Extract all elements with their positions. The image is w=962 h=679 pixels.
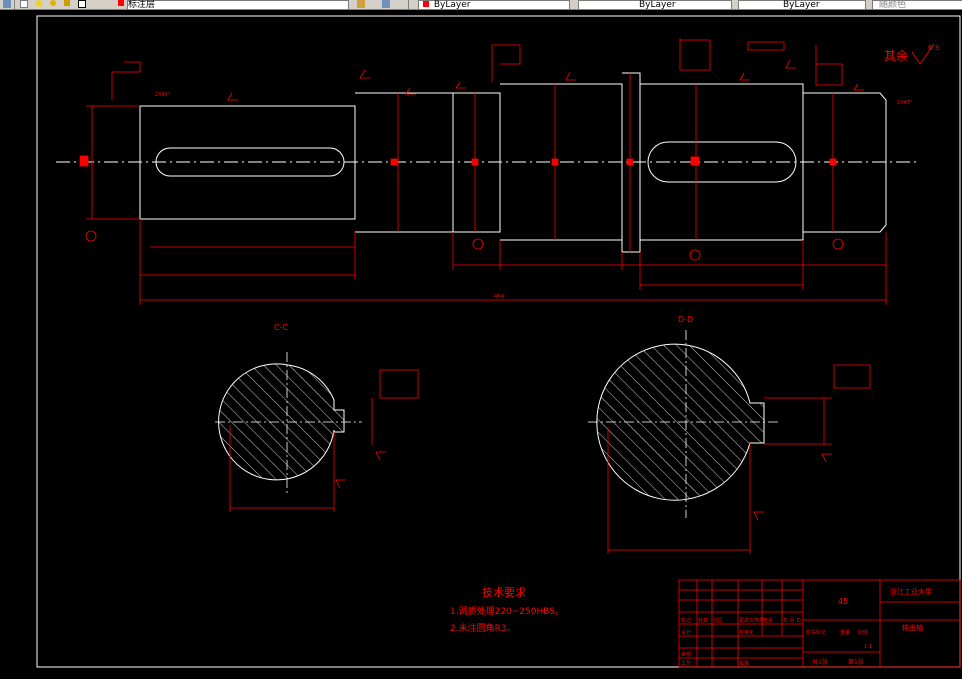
drawing-svg: 2X45° 2X45° 484 其余 6.3 C-C D-D 技术要求 1.调质…	[36, 15, 961, 668]
title-block-text: 45 浙江工业大学 输出轴 共1张 第1张 标记 处数 分区 更改文件号 签名 …	[681, 587, 932, 667]
svg-text:1:1: 1:1	[864, 644, 872, 650]
plotstyle-combo-value: 随颜色	[879, 0, 907, 10]
svg-text:签名: 签名	[763, 617, 773, 624]
section-d-d: D-D	[588, 315, 871, 554]
svg-text:D-D: D-D	[678, 315, 693, 324]
svg-text:第1张: 第1张	[848, 658, 864, 666]
svg-text:共1张: 共1张	[812, 658, 828, 666]
svg-text:批准: 批准	[739, 660, 749, 667]
shaft-dimensions	[79, 38, 887, 305]
svg-text:更改文件号: 更改文件号	[739, 617, 764, 624]
linetype-combo[interactable]: ByLayer	[578, 0, 732, 10]
color-combo-value: ByLayer	[433, 0, 471, 10]
lock-icon[interactable]	[64, 0, 70, 6]
linetype-combo-value: ByLayer	[639, 0, 676, 10]
lineweight-combo[interactable]: ByLayer	[738, 0, 866, 10]
toolbar: 标注层 ByLayer ByLayer ByLayer 随颜色	[0, 0, 962, 10]
svg-text:其余: 其余	[884, 48, 908, 63]
svg-text:分区: 分区	[713, 617, 723, 624]
drawing-border	[36, 15, 961, 668]
svg-text:审核: 审核	[681, 651, 691, 658]
svg-text:阶段标记: 阶段标记	[806, 629, 826, 636]
surface-finish-note: 其余 6.3	[884, 43, 939, 65]
svg-text:输出轴: 输出轴	[902, 623, 923, 632]
technical-requirements: 技术要求 1.调质处理220~250HBS。 2.未注圆角R3。	[450, 586, 564, 634]
drawing-canvas[interactable]: 2X45° 2X45° 484 其余 6.3 C-C D-D 技术要求 1.调质…	[0, 10, 962, 675]
sun-icon[interactable]	[50, 0, 56, 6]
dimension-labels: 2X45° 2X45° 484	[155, 92, 913, 300]
svg-text:工艺: 工艺	[681, 661, 691, 667]
svg-text:C-C: C-C	[274, 323, 288, 332]
svg-text:2X45°: 2X45°	[897, 100, 913, 106]
make-current-icon[interactable]	[357, 0, 365, 8]
layer-previous-icon[interactable]	[382, 0, 390, 8]
lightbulb-icon[interactable]	[36, 0, 42, 7]
separator	[14, 0, 15, 9]
plotstyle-combo[interactable]: 随颜色	[872, 0, 962, 10]
layer-manager-icon[interactable]	[3, 0, 11, 8]
svg-text:2X45°: 2X45°	[155, 92, 171, 98]
svg-text:比例: 比例	[858, 629, 868, 636]
svg-text:浙江工业大学: 浙江工业大学	[890, 587, 932, 596]
svg-text:重量: 重量	[840, 629, 850, 636]
separator	[408, 0, 409, 9]
section-c-c: C-C	[215, 323, 419, 512]
layer-combo-value: 标注层	[128, 0, 156, 10]
svg-text:年.月.日: 年.月.日	[783, 617, 801, 624]
layer-combo-arrow-icon[interactable]	[20, 0, 28, 8]
svg-text:484: 484	[494, 294, 504, 300]
svg-text:设计: 设计	[681, 629, 691, 636]
svg-text:45: 45	[838, 597, 848, 606]
color-combo[interactable]: ByLayer	[418, 0, 570, 10]
svg-text:处数: 处数	[698, 617, 708, 624]
layer-combo[interactable]: 标注层	[127, 0, 349, 10]
svg-text:标准化: 标准化	[739, 629, 754, 636]
svg-text:技术要求: 技术要求	[482, 586, 526, 599]
layer-color-icon	[118, 0, 124, 6]
shaft-main-view	[56, 72, 918, 253]
svg-text:2.未注圆角R3。: 2.未注圆角R3。	[450, 622, 516, 634]
lineweight-combo-value: ByLayer	[783, 0, 820, 10]
color-swatch	[423, 1, 429, 7]
color-square-icon[interactable]	[78, 0, 86, 8]
svg-text:1.调质处理220~250HBS。: 1.调质处理220~250HBS。	[450, 605, 564, 617]
svg-text:标记: 标记	[681, 617, 691, 624]
